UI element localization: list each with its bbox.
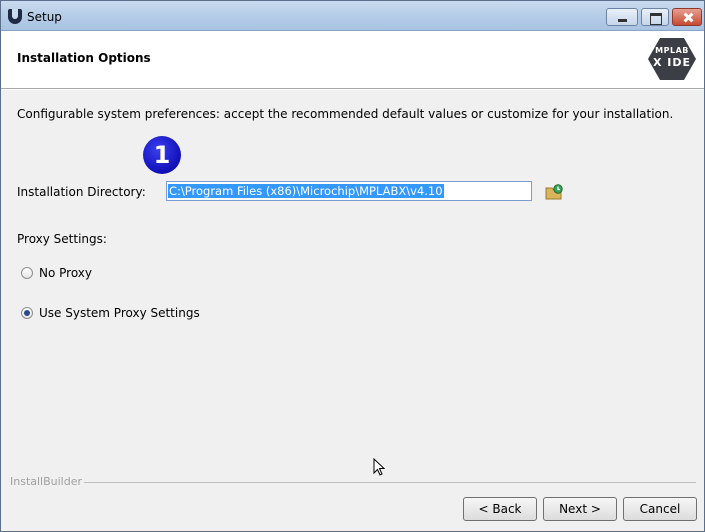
folder-browse-icon[interactable] [545,184,563,200]
minimize-button[interactable] [606,8,638,26]
proxy-settings-label: Proxy Settings: [17,232,107,246]
system-proxy-radio[interactable] [21,307,33,319]
close-button[interactable] [672,8,702,26]
mouse-cursor-icon [373,458,385,476]
no-proxy-option[interactable]: No Proxy [21,266,92,280]
footer-divider [84,482,696,483]
maximize-button[interactable] [641,8,669,26]
system-proxy-label: Use System Proxy Settings [39,306,200,320]
logo-line2: X IDE [652,56,692,69]
window-title: Setup [27,10,62,24]
step-number-badge: 1 [143,136,181,174]
installation-directory-input[interactable]: C:\Program Files (x86)\Microchip\MPLABX\… [166,181,532,201]
page-title: Installation Options [17,51,151,65]
installation-directory-label: Installation Directory: [17,185,146,199]
title-bar[interactable]: Setup [1,1,704,31]
installation-directory-value: C:\Program Files (x86)\Microchip\MPLABX\… [168,184,444,198]
main-content: Configurable system preferences: accept … [1,90,704,531]
no-proxy-label: No Proxy [39,266,93,280]
page-header: Installation Options MPLAB X IDE [1,31,704,89]
no-proxy-radio[interactable] [21,267,33,279]
installbuilder-brand: InstallBuilder [10,475,83,488]
mplab-logo: MPLAB X IDE [648,38,696,80]
back-button[interactable]: < Back [463,497,537,521]
setup-window: Setup Installation Options MPLAB X IDE C… [0,0,705,532]
next-button[interactable]: Next > [543,497,617,521]
intro-text: Configurable system preferences: accept … [17,107,674,121]
setup-app-icon [8,9,22,24]
cancel-button[interactable]: Cancel [623,497,697,521]
system-proxy-option[interactable]: Use System Proxy Settings [21,306,200,320]
logo-line1: MPLAB [655,46,689,55]
